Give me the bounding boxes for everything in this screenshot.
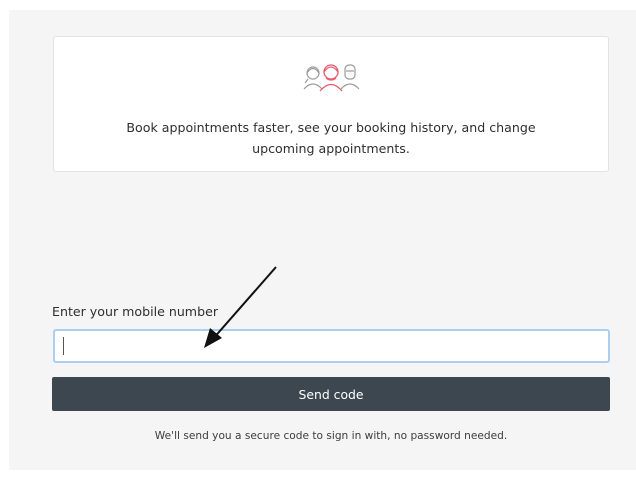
people-group-icon (303, 64, 360, 92)
send-code-button[interactable]: Send code (52, 377, 610, 411)
helper-text: We'll send you a secure code to sign in … (154, 430, 508, 442)
mobile-number-input[interactable] (53, 329, 610, 363)
info-card-text: Book appointments faster, see your booki… (126, 120, 536, 156)
info-card: Book appointments faster, see your booki… (53, 36, 609, 172)
mobile-number-label: Enter your mobile number (52, 304, 218, 319)
